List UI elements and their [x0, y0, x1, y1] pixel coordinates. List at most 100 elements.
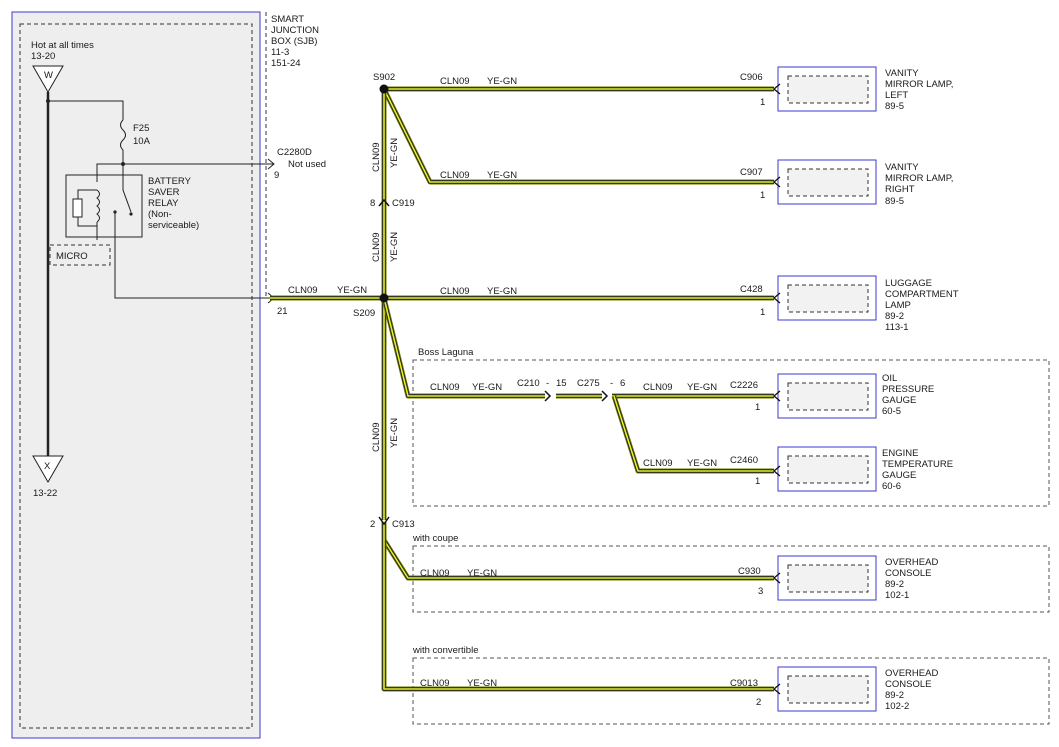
device-label-4: 60-5	[882, 406, 901, 417]
terminal-x-label: X	[44, 461, 51, 472]
device-label-4: 60-6	[882, 481, 901, 492]
relay-resistor-icon	[72, 198, 83, 218]
device-connector: C2226	[730, 380, 758, 391]
sjb-ref-2: 151-24	[271, 58, 301, 69]
c919-pin: 8	[370, 198, 375, 209]
c210-pin: 15	[556, 378, 567, 389]
wire-label-circuit-h3: CLN09	[440, 286, 470, 297]
wiring-diagram: SMART JUNCTION BOX (SJB) 11-3 151-24 Hot…	[11, 11, 1050, 739]
c210-dash: -	[546, 378, 549, 389]
wire-label-circuit-v1: CLN09	[371, 142, 382, 172]
wire-c913-to-c9013	[381, 540, 774, 692]
splice-s902	[379, 84, 389, 94]
wire-label-color-h6: YE-GN	[687, 458, 717, 469]
wire-label-circuit-h4: CLN09	[430, 382, 460, 393]
device-label-2: COMPARTMENT	[885, 289, 959, 300]
c210-label: C210	[517, 378, 540, 389]
fuse-name: F25	[133, 123, 149, 134]
device-pin: 1	[755, 476, 760, 487]
wire-label-color-h8: YE-GN	[467, 678, 497, 689]
device-luggage-compartment-lamp: C428 1 LUGGAGE COMPARTMENT LAMP 89-2 113…	[740, 275, 959, 333]
device-pin: 1	[755, 402, 760, 413]
device-label-4: 89-5	[885, 196, 904, 207]
device-label-4: 89-2	[885, 311, 904, 322]
device-label-3: RIGHT	[885, 184, 915, 195]
wire-label-circuit-h7: CLN09	[420, 568, 450, 579]
wire-label-circuit-h6: CLN09	[643, 458, 673, 469]
section-with-coupe-label: with coupe	[412, 533, 458, 544]
device-inner	[787, 564, 869, 593]
hot-ref: 13-20	[31, 51, 55, 62]
c913-label: C913	[392, 519, 415, 530]
device-label-1: VANITY	[885, 162, 919, 173]
device-pin: 3	[758, 586, 763, 597]
wire-label-circuit-h5: CLN09	[643, 382, 673, 393]
section-boss-laguna-label: Boss Laguna	[418, 347, 474, 358]
wire-label-circuit-h8: CLN09	[420, 678, 450, 689]
c210-connector-icon	[544, 390, 552, 402]
device-inner	[787, 675, 869, 704]
wire-label-circuit-v2: CLN09	[371, 232, 382, 262]
sjb-ref-1: 11-3	[271, 47, 289, 58]
device-pin: 1	[760, 190, 765, 201]
device-connector: C907	[740, 167, 763, 178]
c275-connector-icon	[601, 390, 609, 402]
c275-label: C275	[577, 378, 600, 389]
terminal-w-label: W	[44, 70, 53, 81]
device-label-5: 113-1	[885, 322, 909, 333]
device-label-1: ENGINE	[882, 448, 918, 459]
device-label-2: CONSOLE	[885, 568, 931, 579]
device-label-2: MIRROR LAMP,	[885, 173, 953, 184]
wire-s902-to-c907-wire-inner	[383, 88, 774, 183]
device-inner	[787, 382, 869, 411]
wire-label-color-h5: YE-GN	[687, 382, 717, 393]
device-inner	[787, 168, 869, 197]
device-pin: 2	[756, 697, 761, 708]
c2280d-label: C2280D	[277, 147, 312, 158]
wire-s902-to-c907-wire-mid	[382, 88, 774, 184]
device-label-1: OIL	[882, 373, 897, 384]
device-connector: C906	[740, 72, 763, 83]
relay-label-5: serviceable)	[148, 220, 199, 231]
device-label-2: PRESSURE	[882, 384, 934, 395]
device-label-2: TEMPERATURE	[882, 459, 953, 470]
device-label-3: 89-2	[885, 690, 904, 701]
smart-junction-box: SMART JUNCTION BOX (SJB) 11-3 151-24 Hot…	[11, 11, 326, 739]
c913-pin: 2	[370, 519, 375, 530]
wire-label-color-h2: YE-GN	[487, 170, 517, 181]
device-label-1: OVERHEAD	[885, 557, 938, 568]
c919-label: C919	[392, 198, 415, 209]
device-label-1: VANITY	[885, 68, 919, 79]
device-connector: C428	[740, 284, 763, 295]
device-inner	[787, 284, 869, 313]
device-label-3: 89-2	[885, 579, 904, 590]
relay-label-2: SAVER	[148, 187, 180, 198]
device-label-4: 102-1	[885, 590, 909, 601]
device-label-4: 89-5	[885, 101, 904, 112]
c275-pin: 6	[620, 378, 625, 389]
device-inner	[787, 455, 869, 484]
wire-label-color-h3: YE-GN	[487, 286, 517, 297]
wire-label-color-h1: YE-GN	[487, 76, 517, 87]
device-connector: C9013	[730, 678, 758, 689]
wire-label-color-v1: YE-GN	[389, 138, 400, 168]
wire-label-circuit-h0: CLN09	[288, 285, 318, 296]
wire-s902-to-c907-wire-outer	[381, 87, 774, 185]
hot-at-all-times-label: Hot at all times	[31, 40, 94, 51]
wire-label-circuit-h2: CLN09	[440, 170, 470, 181]
wire-label-color-h4: YE-GN	[472, 382, 502, 393]
wire-c913-to-c9013-wire-mid	[382, 540, 774, 691]
device-connector: C930	[738, 566, 761, 577]
micro-label: MICRO	[56, 251, 88, 262]
section-with-convertible-label: with convertible	[412, 645, 478, 656]
relay-label-1: BATTERY	[148, 176, 192, 187]
sjb-name-line-2: JUNCTION	[271, 25, 319, 36]
device-label-3: GAUGE	[882, 395, 916, 406]
relay-label-3: RELAY	[148, 198, 179, 209]
device-label-3: LAMP	[885, 300, 911, 311]
fuse-rating: 10A	[133, 136, 151, 147]
bottom-ref: 13-22	[33, 488, 57, 499]
not-used-label: Not used	[288, 159, 326, 170]
wire-label-color-v3: YE-GN	[389, 418, 400, 448]
wire-c913-to-c9013-wire-inner	[383, 540, 774, 690]
